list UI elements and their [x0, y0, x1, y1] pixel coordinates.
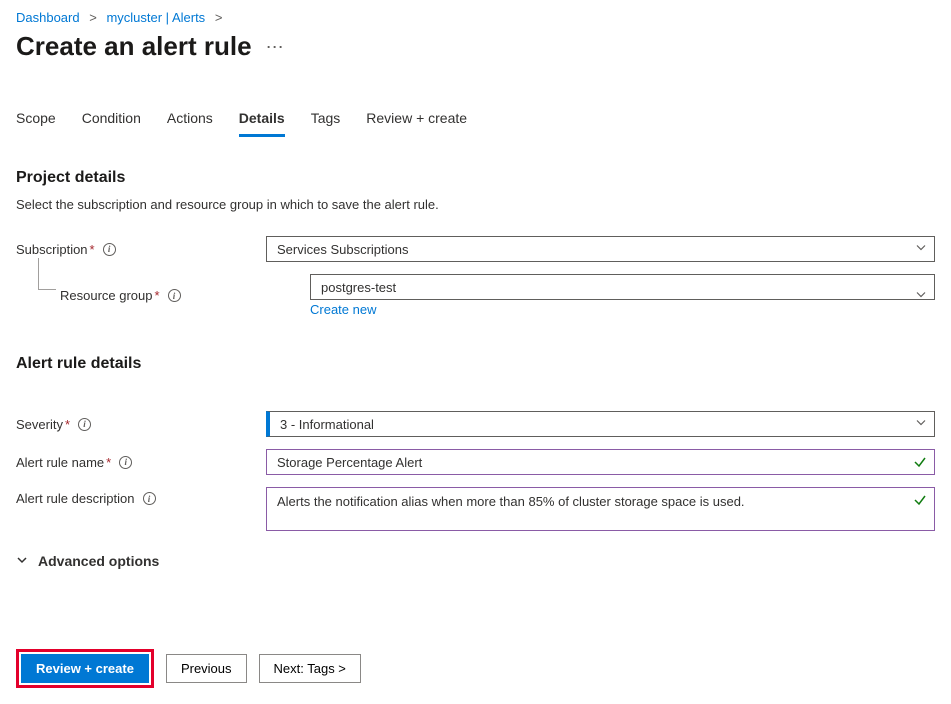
subscription-row: Subscription * i Services Subscriptions — [16, 236, 935, 262]
severity-row: Severity * i 3 - Informational — [16, 411, 935, 437]
tab-tags[interactable]: Tags — [311, 110, 341, 137]
review-create-button[interactable]: Review + create — [21, 654, 149, 683]
alert-rule-name-input[interactable]: Storage Percentage Alert — [266, 449, 935, 475]
alert-rule-details-heading: Alert rule details — [16, 355, 935, 373]
info-icon[interactable]: i — [143, 492, 156, 505]
breadcrumb-dashboard[interactable]: Dashboard — [16, 10, 80, 25]
subscription-select[interactable]: Services Subscriptions — [266, 236, 935, 262]
tab-scope[interactable]: Scope — [16, 110, 56, 137]
breadcrumb: Dashboard > mycluster | Alerts > — [16, 10, 935, 25]
required-asterisk: * — [106, 455, 111, 470]
more-options-button[interactable]: ⋯ — [266, 42, 284, 52]
info-icon[interactable]: i — [168, 289, 181, 302]
footer-actions: Review + create Previous Next: Tags > — [16, 649, 935, 688]
tab-actions[interactable]: Actions — [167, 110, 213, 137]
severity-label: Severity — [16, 417, 63, 432]
required-asterisk: * — [65, 417, 70, 432]
project-details-description: Select the subscription and resource gro… — [16, 197, 935, 212]
alert-rule-name-row: Alert rule name * i Storage Percentage A… — [16, 449, 935, 475]
info-icon[interactable]: i — [103, 243, 116, 256]
resource-group-row: Resource group * i postgres-test Create … — [16, 274, 935, 317]
breadcrumb-cluster-alerts[interactable]: mycluster | Alerts — [106, 10, 205, 25]
required-asterisk: * — [90, 242, 95, 257]
alert-rule-description-label: Alert rule description — [16, 491, 135, 506]
advanced-options-label: Advanced options — [38, 553, 159, 569]
tab-review-create[interactable]: Review + create — [366, 110, 467, 137]
create-new-rg-link[interactable]: Create new — [310, 302, 376, 317]
advanced-options-toggle[interactable]: Advanced options — [16, 553, 935, 569]
project-details-heading: Project details — [16, 169, 935, 187]
alert-rule-description-row: Alert rule description i Alerts the noti… — [16, 487, 935, 531]
tree-connector — [38, 258, 56, 290]
resource-group-label: Resource group — [60, 288, 153, 303]
next-button[interactable]: Next: Tags > — [259, 654, 361, 683]
info-icon[interactable]: i — [119, 456, 132, 469]
breadcrumb-separator: > — [89, 10, 97, 25]
alert-rule-name-label: Alert rule name — [16, 455, 104, 470]
required-asterisk: * — [155, 288, 160, 303]
highlight-annotation: Review + create — [16, 649, 154, 688]
severity-select[interactable]: 3 - Informational — [266, 411, 935, 437]
page-title-row: Create an alert rule ⋯ — [16, 31, 935, 62]
project-details-section: Project details Select the subscription … — [16, 169, 935, 317]
tab-condition[interactable]: Condition — [82, 110, 141, 137]
page-title: Create an alert rule — [16, 31, 252, 62]
chevron-down-icon — [16, 554, 28, 569]
tab-bar: Scope Condition Actions Details Tags Rev… — [16, 110, 935, 137]
subscription-label: Subscription — [16, 242, 88, 257]
previous-button[interactable]: Previous — [166, 654, 247, 683]
resource-group-select[interactable]: postgres-test — [310, 274, 935, 300]
info-icon[interactable]: i — [78, 418, 91, 431]
breadcrumb-separator: > — [215, 10, 223, 25]
alert-rule-details-section: Alert rule details Severity * i 3 - Info… — [16, 355, 935, 569]
alert-rule-description-input[interactable]: Alerts the notification alias when more … — [266, 487, 935, 531]
tab-details[interactable]: Details — [239, 110, 285, 137]
